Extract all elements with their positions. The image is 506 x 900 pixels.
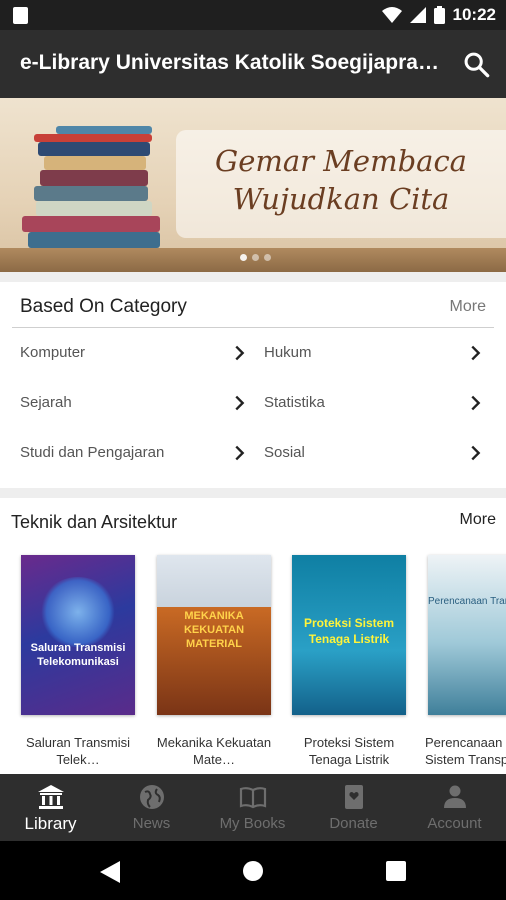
book-caption: Proteksi Sistem Tenaga Listrik: [303, 735, 395, 767]
chevron-right-icon: [235, 395, 245, 411]
book-cover: Perencanaan Transportasi: [428, 555, 506, 715]
book-caption: Mekanika Kekuatan Mate…: [156, 735, 272, 767]
wifi-icon: [381, 7, 402, 23]
category-item-studi-dan-pengajaran[interactable]: Studi dan Pengajaran: [20, 438, 250, 468]
book-cover-title: Perencanaan Transportasi: [428, 596, 506, 607]
back-icon[interactable]: [100, 861, 120, 883]
chevron-right-icon: [471, 345, 481, 361]
carousel-dot-active[interactable]: [240, 254, 247, 261]
chevron-right-icon: [235, 445, 245, 461]
slogan-line-1: Gemar Membaca: [215, 144, 467, 178]
category-item-sejarah[interactable]: Sejarah: [20, 388, 250, 418]
app-bar: e-Library Universitas Katolik Soegijapra…: [0, 30, 506, 98]
carousel-dot[interactable]: [252, 254, 259, 261]
nav-label: Library: [24, 814, 77, 833]
search-icon[interactable]: [462, 50, 490, 78]
bottom-navigation: Library News My Books Donate Account: [0, 774, 506, 841]
book-cover: MEKANIKA KEKUATAN MATERIAL: [157, 555, 271, 715]
signal-icon: [409, 7, 426, 23]
book-cover: Proteksi Sistem Tenaga Listrik: [292, 555, 406, 715]
category-label: Studi dan Pengajaran: [20, 444, 165, 461]
chevron-right-icon: [471, 395, 481, 411]
book-cover: Saluran Transmisi Telekomunikasi: [21, 555, 135, 715]
category-card: Based On Category More Komputer Hukum Se…: [0, 282, 506, 488]
nav-library[interactable]: Library: [0, 774, 101, 841]
book-cover-title: Saluran Transmisi Telekomunikasi: [30, 642, 126, 668]
nav-account[interactable]: Account: [404, 774, 505, 841]
category-item-hukum[interactable]: Hukum: [264, 338, 486, 368]
app-title: e-Library Universitas Katolik Soegijapra…: [20, 51, 440, 74]
category-label: Komputer: [20, 344, 86, 361]
status-time: 10:22: [452, 5, 496, 24]
nav-label: Donate: [329, 815, 378, 832]
book-item[interactable]: Proteksi Sistem Tenaga Listrik Proteksi …: [292, 555, 406, 768]
nav-label: My Books: [219, 815, 286, 832]
library-icon: [38, 785, 64, 809]
category-label: Hukum: [264, 344, 312, 361]
system-navigation-bar: [0, 841, 506, 900]
book-item[interactable]: Saluran Transmisi Telekomunikasi Saluran…: [21, 555, 135, 768]
promo-banner[interactable]: Gemar Membaca Wujudkan Cita: [0, 98, 506, 272]
category-item-komputer[interactable]: Komputer: [20, 338, 250, 368]
nav-label: Account: [427, 815, 482, 832]
status-bar: 10:22: [0, 0, 506, 30]
globe-icon: [140, 785, 164, 809]
book-cover-title: Proteksi Sistem Tenaga Listrik: [303, 616, 395, 646]
book-caption: Saluran Transmisi Telek…: [25, 735, 131, 767]
chevron-right-icon: [471, 445, 481, 461]
category-more-link[interactable]: More: [450, 298, 486, 316]
category-label: Statistika: [264, 394, 325, 411]
category-item-statistika[interactable]: Statistika: [264, 388, 486, 418]
banner-slogan: Gemar Membaca Wujudkan Cita: [176, 142, 506, 218]
account-icon: [444, 785, 466, 808]
slogan-line-2: Wujudkan Cita: [232, 182, 450, 216]
divider: [12, 327, 494, 328]
recents-icon[interactable]: [386, 861, 406, 881]
nav-donate[interactable]: Donate: [303, 774, 404, 841]
books-card: Teknik dan Arsitektur More Saluran Trans…: [0, 498, 506, 774]
sd-card-icon: [13, 7, 28, 24]
open-book-icon: [239, 787, 267, 809]
nav-label: News: [132, 815, 171, 832]
book-item[interactable]: Perencanaan Transportasi Perencanaan Sis…: [425, 555, 506, 768]
book-cover-title: MEKANIKA KEKUATAN MATERIAL: [183, 610, 245, 650]
carousel-dot[interactable]: [264, 254, 271, 261]
category-item-sosial[interactable]: Sosial: [264, 438, 486, 468]
home-icon[interactable]: [242, 860, 264, 882]
books-more-link[interactable]: More: [460, 511, 496, 529]
books-section-title: Teknik dan Arsitektur: [11, 512, 178, 532]
donate-book-icon: [345, 785, 363, 809]
category-label: Sosial: [264, 444, 305, 461]
nav-news[interactable]: News: [101, 774, 202, 841]
book-caption: Perencanaan Sistem Transportasi: [425, 735, 506, 767]
category-label: Sejarah: [20, 394, 72, 411]
category-section-title: Based On Category: [20, 296, 187, 317]
chevron-right-icon: [235, 345, 245, 361]
book-item[interactable]: MEKANIKA KEKUATAN MATERIAL Mekanika Keku…: [157, 555, 271, 768]
battery-icon: [433, 6, 445, 24]
nav-my-books[interactable]: My Books: [202, 774, 303, 841]
